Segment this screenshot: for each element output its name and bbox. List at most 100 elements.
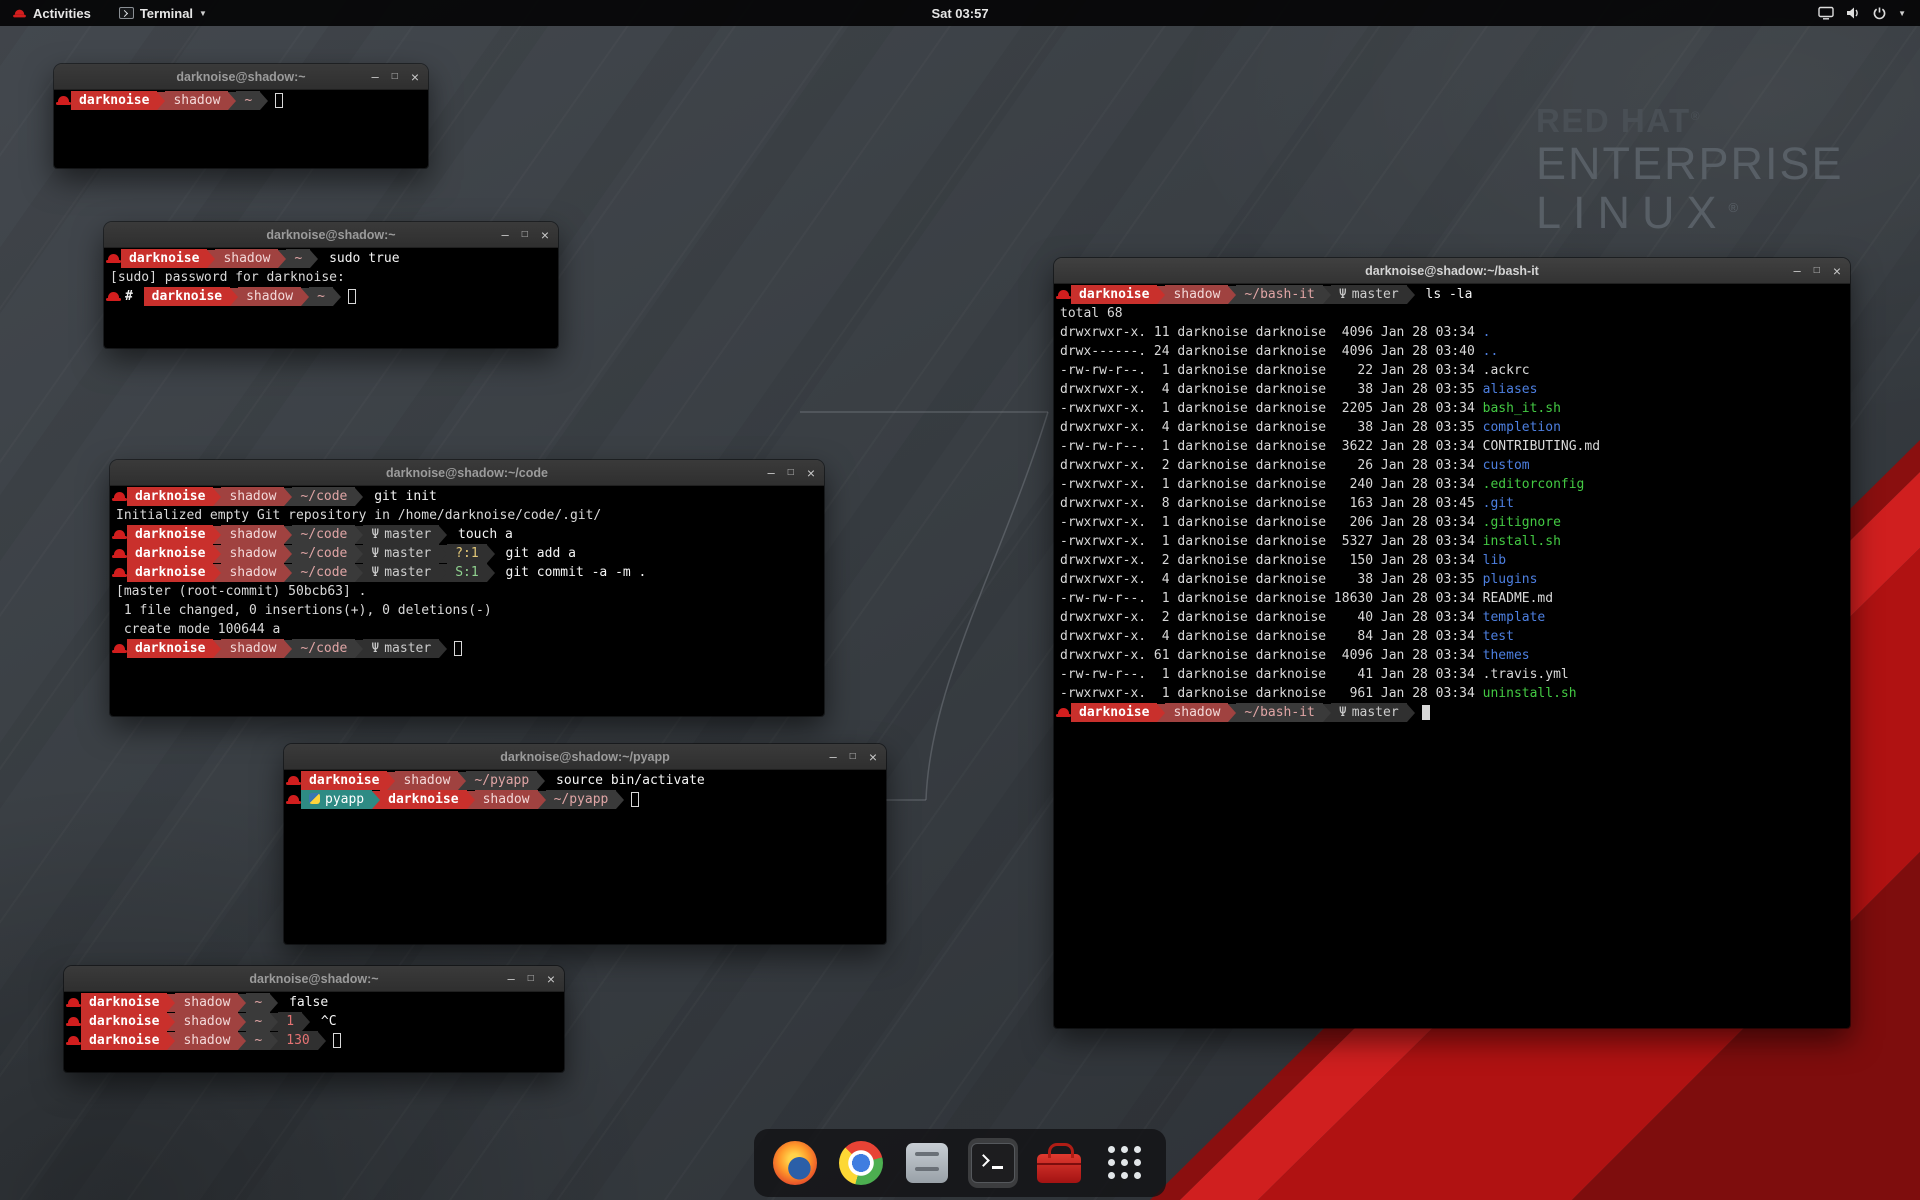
redhat-icon [106,249,121,268]
prompt-segment-host: shadow [221,563,284,582]
command-text: source bin/activate [545,771,705,790]
output-line: -rwxrwxr-x. 1 darknoise darknoise 5327 J… [1056,532,1848,551]
command-text: git add a [495,544,576,563]
maximize-button[interactable]: □ [1814,266,1820,276]
prompt-segment-user: darknoise [121,249,207,268]
powerline-arrow-icon [270,1013,278,1031]
prompt-segment-host: shadow [475,790,538,809]
dock-item-toolbox[interactable] [1034,1138,1084,1188]
prompt-line: darknoiseshadow~/codeΨmaster?:1 git add … [112,544,822,563]
maximize-button[interactable]: □ [850,752,856,762]
window-titlebar[interactable]: darknoise@shadow:~ – □ × [54,64,428,90]
prompt-segment-host: shadow [1165,703,1228,722]
close-button[interactable]: × [541,228,549,242]
output-line: drwxrwxr-x. 4 darknoise darknoise 38 Jan… [1056,418,1848,437]
window-title: darknoise@shadow:~ [64,966,564,992]
minimize-button[interactable]: – [768,466,775,479]
prompt-segment-path: ~/code [292,639,355,658]
output-text: install.sh [1483,534,1561,549]
terminal-window: darknoise@shadow:~ – □ × darknoise shadow… [104,222,558,348]
prompt-segment-path: ~/pyapp [546,790,617,809]
maximize-button[interactable]: □ [522,230,528,240]
output-line: drwx------. 24 darknoise darknoise 4096 … [1056,342,1848,361]
dock-item-firefox[interactable] [770,1138,820,1188]
prompt-line: # darknoiseshadow~ [106,287,556,306]
output-text: lib [1483,553,1506,568]
powerline-arrow-icon [270,1032,278,1050]
minimize-button[interactable]: – [1794,264,1801,277]
powerline-arrow-icon [1228,704,1236,722]
powerline-arrow-icon [167,1032,175,1050]
close-button[interactable]: × [869,750,877,764]
prompt-segment-user: darknoise [144,287,230,306]
terminal-content[interactable]: darknoiseshadow~/code git initInitialize… [110,486,824,716]
minimize-button[interactable]: – [830,750,837,763]
powerline-arrow-icon [1323,286,1331,304]
powerline-arrow-icon [284,640,292,658]
output-text: .git [1483,496,1514,511]
powerline-arrow-icon [538,791,546,809]
clock[interactable]: Sat 03:57 [0,6,1920,21]
dock-item-files[interactable] [902,1138,952,1188]
output-text: CONTRIBUTING.md [1483,439,1600,454]
dock-item-app-grid[interactable] [1100,1138,1150,1188]
terminal-content[interactable]: darknoiseshadow~/bash-itΨmaster ls -lato… [1054,284,1850,1028]
powerline-arrow-icon [301,288,309,306]
close-button[interactable]: × [807,466,815,480]
terminal-content[interactable]: darknoiseshadow~ [54,90,428,168]
minimize-button[interactable]: – [372,70,379,83]
close-button[interactable]: × [411,70,419,84]
terminal-window: darknoise@shadow:~/code – □ × darknoises… [110,460,824,716]
prompt-segment-path: ~/bash-it [1236,703,1322,722]
prompt-segment-path: ~ [286,249,310,268]
window-titlebar[interactable]: darknoise@shadow:~/pyapp – □ × [284,744,886,770]
output-line: -rwxrwxr-x. 1 darknoise darknoise 240 Ja… [1056,475,1848,494]
output-line: drwxrwxr-x. 2 darknoise darknoise 26 Jan… [1056,456,1848,475]
powerline-arrow-icon [487,545,495,563]
terminal-cursor [348,289,356,304]
prompt-segment-host: shadow [221,487,284,506]
output-text: template [1483,610,1546,625]
close-button[interactable]: × [547,972,555,986]
window-titlebar[interactable]: darknoise@shadow:~ – □ × [64,966,564,992]
close-button[interactable]: × [1833,264,1841,278]
powerline-arrow-icon [284,488,292,506]
prompt-line: darknoiseshadow~/code git init [112,487,822,506]
output-line: -rwxrwxr-x. 1 darknoise darknoise 2205 J… [1056,399,1848,418]
output-text: uninstall.sh [1483,686,1577,701]
registered-mark: ® [1729,200,1739,215]
prompt-segment-host: shadow [175,993,238,1012]
maximize-button[interactable]: □ [392,72,398,82]
dock-item-terminal[interactable] [968,1138,1018,1188]
output-text: -rw-rw-r--. 1 darknoise darknoise 22 Jan… [1060,363,1483,378]
output-text: -rw-rw-r--. 1 darknoise darknoise 18630 … [1060,591,1483,606]
prompt-segment-path: ~/bash-it [1236,285,1322,304]
window-titlebar[interactable]: darknoise@shadow:~/bash-it – □ × [1054,258,1850,284]
terminal-content[interactable]: darknoiseshadow~ sudo true[sudo] passwor… [104,248,558,348]
output-text: total 68 [1060,306,1123,321]
dock-item-chrome[interactable] [836,1138,886,1188]
prompt-segment-host: shadow [1165,285,1228,304]
prompt-segment-user: darknoise [127,487,213,506]
output-text: README.md [1483,591,1553,606]
powerline-arrow-icon [284,564,292,582]
terminal-content[interactable]: darknoiseshadow~ falsedarknoiseshadow~1 … [64,992,564,1072]
window-titlebar[interactable]: darknoise@shadow:~/code – □ × [110,460,824,486]
window-title: darknoise@shadow:~/code [110,460,824,486]
output-line: drwxrwxr-x. 4 darknoise darknoise 38 Jan… [1056,380,1848,399]
output-text: bash_it.sh [1483,401,1561,416]
maximize-button[interactable]: □ [528,974,534,984]
output-text: .. [1483,344,1499,359]
terminal-content[interactable]: darknoiseshadow~/pyapp source bin/activa… [284,770,886,944]
prompt-segment-path: ~/code [292,563,355,582]
output-text: -rw-rw-r--. 1 darknoise darknoise 41 Jan… [1060,667,1483,682]
maximize-button[interactable]: □ [788,468,794,478]
prompt-segment-host: shadow [215,249,278,268]
prompt-segment-path: ~ [246,993,270,1012]
minimize-button[interactable]: – [502,228,509,241]
window-titlebar[interactable]: darknoise@shadow:~ – □ × [104,222,558,248]
prompt-segment-user: darknoise [127,525,213,544]
prompt-segment-path: ~/code [292,487,355,506]
powerline-arrow-icon [318,1032,326,1050]
minimize-button[interactable]: – [508,972,515,985]
